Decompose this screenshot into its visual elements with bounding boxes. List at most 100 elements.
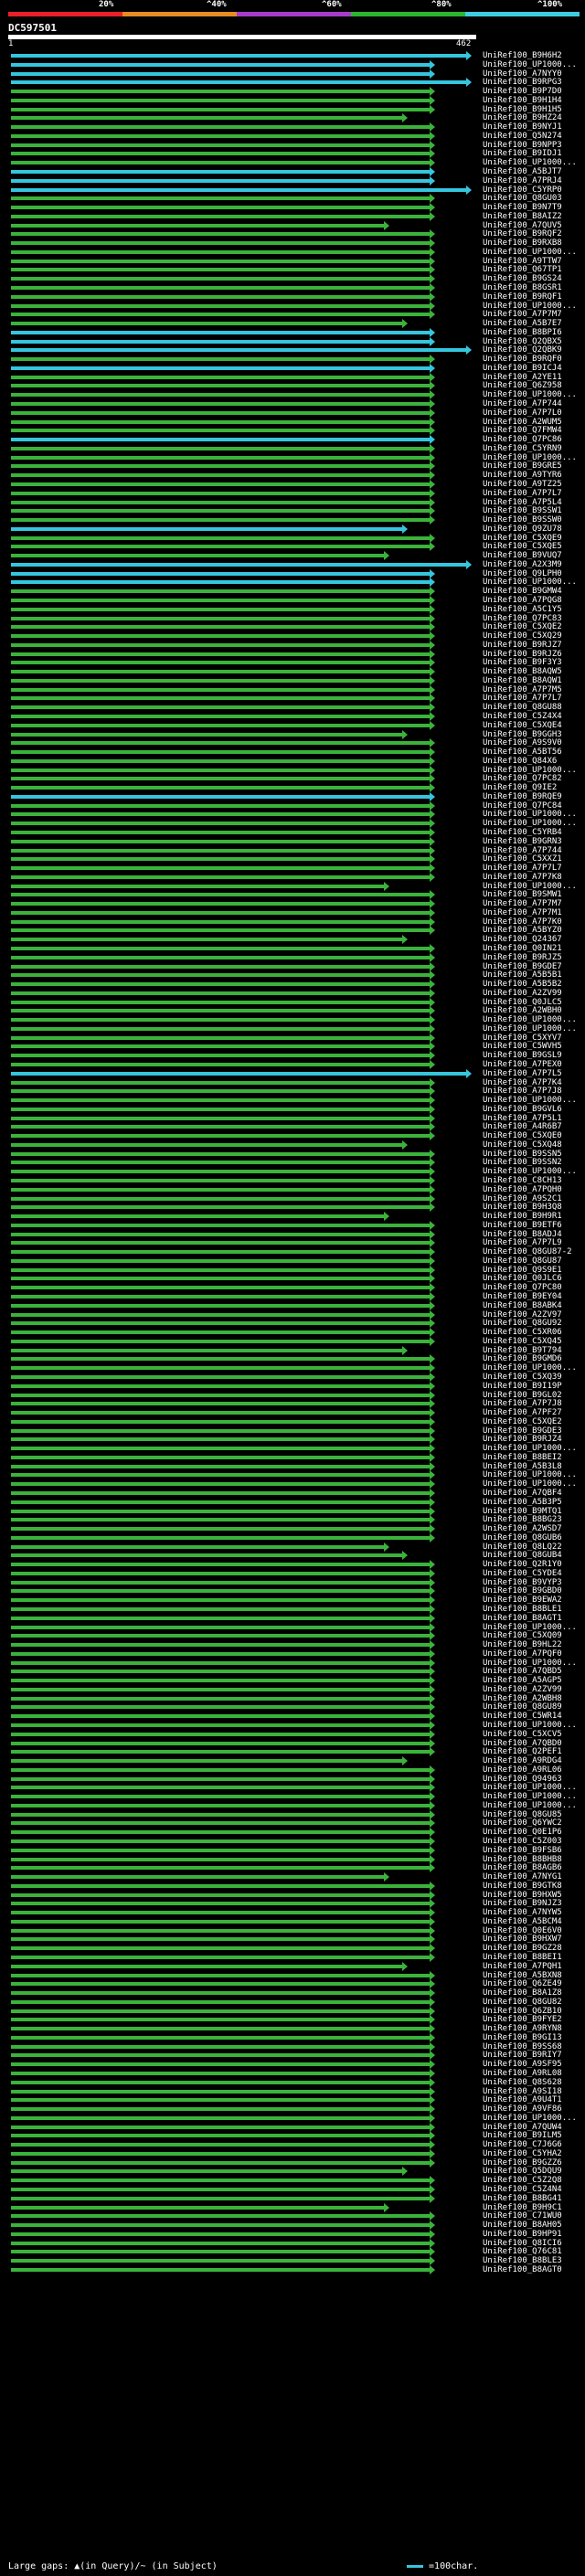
- hit-label[interactable]: UniRef100_B9HL22: [483, 1640, 562, 1649]
- hit-alignment-bar[interactable]: [11, 1312, 430, 1317]
- hit-row[interactable]: UniRef100_B9RQF1: [0, 292, 585, 302]
- hit-row[interactable]: UniRef100_A7PEX0: [0, 1060, 585, 1069]
- hit-label[interactable]: UniRef100_B9ICJ4: [483, 364, 562, 373]
- hit-label[interactable]: UniRef100_B9SSW1: [483, 506, 562, 515]
- hit-alignment-bar[interactable]: [11, 2223, 430, 2228]
- hit-label[interactable]: UniRef100_A7P7K0: [483, 917, 562, 927]
- hit-row[interactable]: UniRef100_UP1000...: [0, 1363, 585, 1373]
- hit-alignment-bar[interactable]: [11, 178, 430, 183]
- hit-row[interactable]: UniRef100_B9RQF0: [0, 355, 585, 365]
- hit-label[interactable]: UniRef100_B8ADJ4: [483, 1230, 562, 1239]
- hit-label[interactable]: UniRef100_Q2QBX5: [483, 337, 562, 346]
- hit-alignment-bar[interactable]: [11, 1606, 430, 1611]
- hit-alignment-bar[interactable]: [11, 857, 430, 862]
- hit-label[interactable]: UniRef100_Q8GUB4: [483, 1551, 562, 1560]
- hit-alignment-bar[interactable]: [11, 482, 430, 486]
- hit-alignment-bar[interactable]: [11, 1839, 430, 1843]
- hit-alignment-bar[interactable]: [11, 1696, 430, 1701]
- hit-alignment-bar[interactable]: [11, 232, 430, 237]
- hit-alignment-bar[interactable]: [11, 786, 430, 790]
- hit-alignment-bar[interactable]: [11, 1866, 430, 1871]
- hit-alignment-bar[interactable]: [11, 1366, 430, 1371]
- hit-row[interactable]: UniRef100_A7P7L9: [0, 1238, 585, 1248]
- hit-alignment-bar[interactable]: [11, 313, 430, 317]
- hit-alignment-bar[interactable]: [11, 1821, 430, 1826]
- hit-alignment-bar[interactable]: [11, 1902, 430, 1906]
- hit-label[interactable]: UniRef100_B9H1H4: [483, 96, 562, 105]
- hit-label[interactable]: UniRef100_B9RQF0: [483, 355, 562, 364]
- hit-row[interactable]: UniRef100_A7P744: [0, 399, 585, 409]
- hit-row[interactable]: UniRef100_B9IDJ1: [0, 149, 585, 159]
- hit-label[interactable]: UniRef100_UP1000...: [483, 1801, 577, 1810]
- hit-alignment-bar[interactable]: [11, 1134, 430, 1139]
- hit-alignment-bar[interactable]: [11, 2178, 430, 2183]
- hit-alignment-bar[interactable]: [11, 696, 430, 701]
- hit-label[interactable]: UniRef100_B9VUQ7: [483, 551, 562, 560]
- hit-row[interactable]: UniRef100_UP1000...: [0, 2113, 585, 2123]
- hit-alignment-bar[interactable]: [11, 509, 430, 514]
- hit-alignment-bar[interactable]: [11, 90, 430, 94]
- hit-label[interactable]: UniRef100_C7J6G6: [483, 2140, 562, 2149]
- hit-alignment-bar[interactable]: [11, 1241, 430, 1246]
- hit-alignment-bar[interactable]: [11, 1660, 430, 1665]
- hit-label[interactable]: UniRef100_A7P7K4: [483, 1078, 562, 1087]
- hit-label[interactable]: UniRef100_A9RYN8: [483, 2024, 562, 2033]
- hit-label[interactable]: UniRef100_C5XQE5: [483, 542, 562, 551]
- hit-row[interactable]: UniRef100_A9VF86: [0, 2104, 585, 2115]
- hit-label[interactable]: UniRef100_Q8GU03: [483, 194, 562, 203]
- hit-alignment-bar[interactable]: [11, 348, 466, 353]
- hit-alignment-bar[interactable]: [11, 402, 430, 407]
- hit-alignment-bar[interactable]: [11, 54, 466, 58]
- hit-label[interactable]: UniRef100_B9GDE7: [483, 962, 562, 971]
- hit-row[interactable]: UniRef100_A7QUW4: [0, 2122, 585, 2132]
- hit-label[interactable]: UniRef100_C5WVH5: [483, 1042, 562, 1051]
- hit-row[interactable]: UniRef100_UP1000...: [0, 1783, 585, 1793]
- hit-row[interactable]: UniRef100_A9U4T1: [0, 2095, 585, 2105]
- hit-row[interactable]: UniRef100_Q7PC80: [0, 1283, 585, 1293]
- hit-row[interactable]: UniRef100_UP1000...: [0, 1444, 585, 1454]
- hit-alignment-bar[interactable]: [11, 1098, 430, 1103]
- hit-label[interactable]: UniRef100_UP1000...: [483, 1470, 577, 1479]
- hit-row[interactable]: UniRef100_A2X3M9: [0, 559, 585, 569]
- hit-label[interactable]: UniRef100_B9NPP3: [483, 141, 562, 150]
- hit-row[interactable]: UniRef100_B9ICJ4: [0, 363, 585, 373]
- hit-alignment-bar[interactable]: [11, 1339, 430, 1343]
- hit-alignment-bar[interactable]: [11, 357, 430, 362]
- hit-label[interactable]: UniRef100_B9ETF6: [483, 1221, 562, 1230]
- hit-row[interactable]: UniRef100_B9T794: [0, 1345, 585, 1355]
- hit-alignment-bar[interactable]: [11, 1553, 402, 1558]
- hit-row[interactable]: UniRef100_C5XQE5: [0, 542, 585, 552]
- hit-label[interactable]: UniRef100_Q84X6: [483, 757, 557, 766]
- hit-label[interactable]: UniRef100_Q7PC83: [483, 614, 562, 623]
- hit-alignment-bar[interactable]: [11, 419, 430, 424]
- hit-alignment-bar[interactable]: [11, 1330, 430, 1335]
- hit-label[interactable]: UniRef100_Q6YWC2: [483, 1818, 562, 1828]
- hit-label[interactable]: UniRef100_UP1000...: [483, 1444, 577, 1453]
- hit-row[interactable]: UniRef100_B8GSR1: [0, 283, 585, 293]
- hit-label[interactable]: UniRef100_B9HXW5: [483, 1891, 562, 1900]
- hit-label[interactable]: UniRef100_A9U4T1: [483, 2095, 562, 2104]
- hit-label[interactable]: UniRef100_A2ZV99: [483, 1685, 562, 1694]
- hit-alignment-bar[interactable]: [11, 2196, 430, 2200]
- hit-alignment-bar[interactable]: [11, 2267, 430, 2272]
- hit-alignment-bar[interactable]: [11, 678, 430, 683]
- hit-label[interactable]: UniRef100_A7P7L0: [483, 408, 562, 418]
- hit-alignment-bar[interactable]: [11, 1196, 430, 1201]
- hit-row[interactable]: UniRef100_UP1000...: [0, 390, 585, 400]
- hit-row[interactable]: UniRef100_C5WVH5: [0, 1042, 585, 1052]
- hit-row[interactable]: UniRef100_A7P744: [0, 845, 585, 855]
- hit-row[interactable]: UniRef100_B9GGH3: [0, 729, 585, 739]
- hit-label[interactable]: UniRef100_Q8LQ22: [483, 1542, 562, 1552]
- hit-alignment-bar[interactable]: [11, 1991, 430, 1996]
- hit-label[interactable]: UniRef100_A7PF27: [483, 1408, 562, 1417]
- hit-label[interactable]: UniRef100_A9RDG4: [483, 1756, 562, 1765]
- hit-alignment-bar[interactable]: [11, 839, 430, 843]
- hit-label[interactable]: UniRef100_B9GSL9: [483, 1051, 562, 1060]
- hit-alignment-bar[interactable]: [11, 464, 430, 469]
- hit-alignment-bar[interactable]: [11, 2231, 430, 2236]
- hit-alignment-bar[interactable]: [11, 794, 430, 799]
- hit-label[interactable]: UniRef100_A7P7L5: [483, 1069, 562, 1078]
- hit-row[interactable]: UniRef100_UP1000...: [0, 158, 585, 168]
- hit-alignment-bar[interactable]: [11, 848, 430, 853]
- hit-label[interactable]: UniRef100_C5XQE4: [483, 721, 562, 730]
